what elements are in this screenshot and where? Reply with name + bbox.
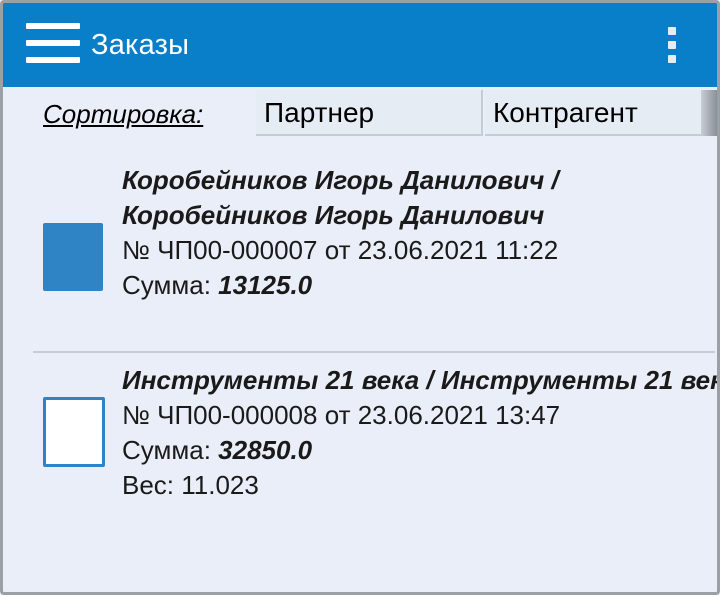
- order-partner: Инструменты 21 века / Инструменты 21 век…: [122, 365, 720, 395]
- page-title: Заказы: [91, 29, 190, 61]
- sort-by-contractor-button[interactable]: Контрагент: [485, 90, 701, 136]
- app-bar: Заказы: [3, 3, 717, 87]
- order-sum: Сумма: 32850.0: [122, 433, 717, 468]
- order-item[interactable]: Инструменты 21 века / Инструменты 21 век…: [3, 363, 717, 563]
- order-partner: Коробейников Игорь Данилович /: [122, 165, 559, 195]
- order-weight: Вес: 11.023: [122, 470, 259, 500]
- sort-bar: Сортировка: Партнер Контрагент: [3, 87, 717, 139]
- sort-by-partner-button[interactable]: Партнер: [256, 90, 483, 136]
- order-details: Коробейников Игорь Данилович / Коробейни…: [122, 163, 717, 303]
- list-divider: [33, 351, 715, 353]
- order-sum: Сумма: 13125.0: [122, 268, 717, 303]
- order-sum-label: Сумма:: [122, 270, 219, 300]
- order-item[interactable]: Коробейников Игорь Данилович / Коробейни…: [3, 163, 717, 351]
- sort-label: Сортировка:: [43, 99, 204, 129]
- horizontal-scroll-indicator[interactable]: [701, 90, 717, 136]
- app-window: Заказы Сортировка: Партнер Контрагент Ко…: [0, 0, 720, 595]
- order-number: № ЧП00-000007 от 23.06.2021 11:22: [122, 235, 559, 265]
- kebab-icon[interactable]: [668, 27, 676, 63]
- order-contractor: Коробейников Игорь Данилович: [122, 200, 545, 230]
- order-sum-label: Сумма:: [122, 435, 219, 465]
- order-number: № ЧП00-000008 от 23.06.2021 13:47: [122, 400, 561, 430]
- order-checkbox[interactable]: [43, 223, 103, 291]
- order-sum-value: 13125.0: [218, 270, 313, 300]
- order-checkbox[interactable]: [43, 397, 105, 467]
- hamburger-icon[interactable]: [26, 23, 80, 63]
- order-details: Инструменты 21 века / Инструменты 21 век…: [122, 363, 717, 503]
- order-sum-value: 32850.0: [218, 435, 313, 465]
